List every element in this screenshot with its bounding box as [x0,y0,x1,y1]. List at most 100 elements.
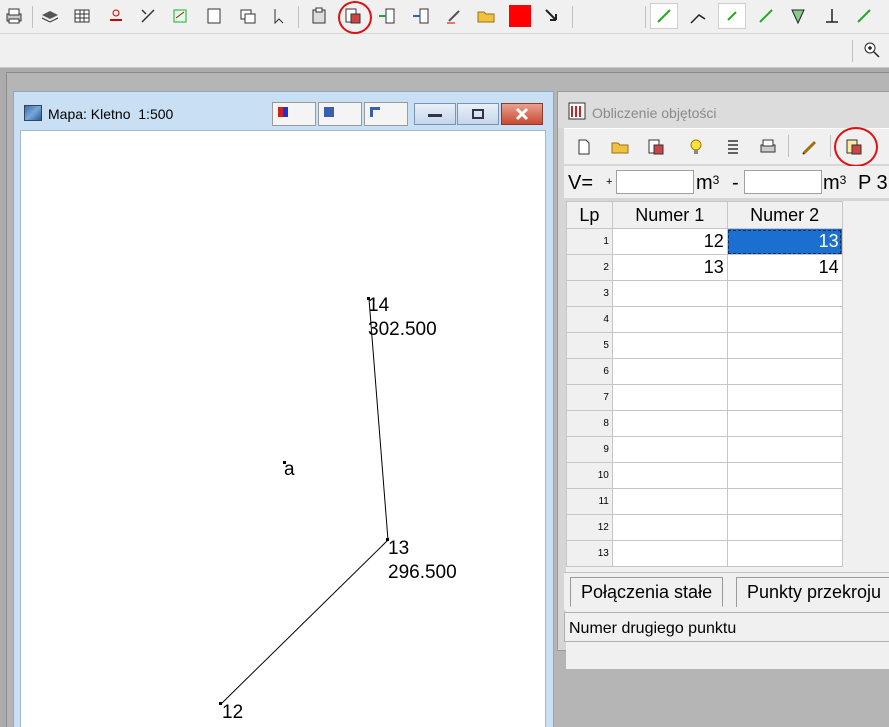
table-row[interactable]: 9 [566,436,889,463]
sheet-icon[interactable] [200,3,228,29]
tab-punkty-przekroju[interactable]: Punkty przekroju [736,577,889,607]
numer-1-cell[interactable] [611,332,728,359]
map-color-button[interactable] [272,102,316,126]
map-window-title: Mapa: Kletno 1:500 [48,106,174,122]
angle-icon[interactable] [684,3,712,29]
select-icon[interactable] [266,3,294,29]
table-row[interactable]: 7 [566,384,889,411]
map-help-button[interactable] [318,102,362,126]
folder-icon[interactable] [472,3,500,29]
numer-2-cell[interactable] [726,332,843,359]
point-14-label: 14 [368,295,390,316]
main-toolbar [0,0,889,34]
numer-2-cell[interactable]: 14 [726,254,843,281]
highlight-circle [338,1,372,34]
numer-2-cell[interactable]: 13 [726,228,843,255]
tab-polaczenia-stale[interactable]: Połączenia stałe [570,577,724,607]
point-13-label: 13 [388,538,410,559]
numer-1-cell[interactable] [611,306,728,333]
close-button[interactable] [501,103,543,125]
calc-toolbar [564,127,889,167]
print-icon[interactable] [0,3,28,29]
point-12-label: 12 [222,702,244,723]
numer-2-cell[interactable] [726,488,843,515]
volume-calculation-window[interactable]: Obliczenie objętości V= + m3 - m3 P 3 Lp… [557,91,889,669]
row-number: 5 [566,332,613,359]
plus-sign: + [606,176,613,188]
map-restore-button[interactable] [364,102,408,126]
numer-2-cell[interactable] [726,410,843,437]
numer-2-cell[interactable] [726,540,843,567]
numer-1-cell[interactable] [611,410,728,437]
point-icon[interactable] [102,3,130,29]
print-icon[interactable] [754,134,782,160]
calc-titlebar[interactable]: Obliczenie objętości [558,92,889,128]
table-row[interactable]: 4 [566,306,889,333]
zoom-in-icon[interactable] [858,37,886,63]
transfer-out-icon[interactable] [407,3,435,29]
table-row[interactable]: 13 [566,540,889,567]
numer-1-cell[interactable] [611,514,728,541]
volume-minus-field[interactable] [744,170,822,194]
lightbulb-icon[interactable] [682,134,710,160]
numer-2-cell[interactable] [726,358,843,385]
clipboard-icon[interactable] [305,3,333,29]
transfer-in-icon[interactable] [373,3,401,29]
minimize-button[interactable] [414,103,456,125]
grid-header: Lp Numer 1 Numer 2 [566,201,889,229]
table-row[interactable]: 10 [566,462,889,489]
table-row[interactable]: 5 [566,332,889,359]
green-segment-icon[interactable] [718,3,746,29]
shield-icon[interactable] [784,3,812,29]
new-icon[interactable] [570,134,598,160]
numer-1-cell[interactable] [611,358,728,385]
column-numer-2[interactable]: Numer 2 [726,201,843,229]
table-row[interactable]: 3 [566,280,889,307]
numer-1-cell[interactable] [611,436,728,463]
height-icon[interactable] [818,3,846,29]
column-lp[interactable]: Lp [566,201,613,229]
maximize-button[interactable] [457,103,499,125]
column-numer-1[interactable]: Numer 1 [611,201,728,229]
green-arrow-icon[interactable] [850,3,878,29]
table-row[interactable]: 8 [566,410,889,437]
green-line-icon[interactable] [650,3,678,29]
numer-2-cell[interactable] [726,436,843,463]
numer-1-cell[interactable] [611,462,728,489]
settings-arrow-icon[interactable] [538,3,566,29]
numer-2-cell[interactable] [726,514,843,541]
table-row[interactable]: 1 12 13 [566,228,889,255]
color-swatch[interactable] [506,3,534,29]
row-number: 2 [566,254,613,281]
list-icon[interactable] [719,134,747,160]
map-canvas[interactable]: 14 302.500 a 13 296.500 12 [20,130,546,727]
numer-1-cell[interactable]: 13 [611,254,728,281]
volume-plus-field[interactable] [616,170,694,194]
numer-1-cell[interactable] [611,384,728,411]
numer-2-cell[interactable] [726,462,843,489]
gps-icon[interactable] [440,3,468,29]
numer-1-cell[interactable] [611,540,728,567]
number-line-icon[interactable] [752,3,780,29]
numer-2-cell[interactable] [726,384,843,411]
numer-2-cell[interactable] [726,280,843,307]
numer-1-cell[interactable]: 12 [611,228,728,255]
table-row[interactable]: 12 [566,514,889,541]
map-edit-icon[interactable] [166,3,194,29]
numer-1-cell[interactable] [611,488,728,515]
map-titlebar[interactable]: Mapa: Kletno 1:500 [14,92,553,130]
layers-icon[interactable] [36,3,64,29]
windows-icon[interactable] [234,3,262,29]
table-row[interactable]: 11 [566,488,889,515]
point-a-label: a [284,459,295,480]
numer-2-cell[interactable] [726,306,843,333]
pencil-icon[interactable] [796,134,824,160]
save-export-icon[interactable] [642,134,670,160]
table-icon[interactable] [68,3,96,29]
open-folder-icon[interactable] [606,134,634,160]
table-row[interactable]: 6 [566,358,889,385]
numer-1-cell[interactable] [611,280,728,307]
line-icon[interactable] [134,3,162,29]
table-row[interactable]: 2 13 14 [566,254,889,281]
map-window[interactable]: Mapa: Kletno 1:500 14 302.500 a 13 296.5… [13,91,554,727]
